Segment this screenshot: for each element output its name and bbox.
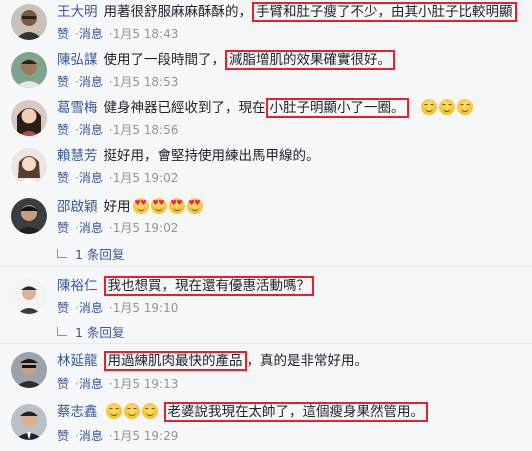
timestamp: 1月5 18:43 [112,27,179,41]
comment-author[interactable]: 蔡志鑫 [57,404,98,420]
comment-body: ，真的是非常好用。 [246,353,369,369]
message-button[interactable]: 消息 [79,377,103,391]
avatar[interactable] [11,404,47,440]
view-replies-link[interactable]: 1 条回复 [57,247,124,263]
smiling-emoji-icon [438,99,455,115]
highlighted-text: 用過練肌肉最快的產品 [103,351,247,371]
comment-actions: 赞 ·消息 ·1月5 18:43 [57,26,178,42]
highlighted-text: 減脂增肌的效果確實很好。 [225,50,395,70]
comment-body: 挺好用，會堅持使用練出馬甲線的。 [103,148,320,164]
timestamp: 1月5 18:53 [112,75,179,89]
avatar[interactable] [11,148,47,184]
comment-author[interactable]: 邵啟穎 [57,199,98,215]
avatar[interactable] [11,278,47,314]
comment-author[interactable]: 陳弘謀 [57,52,98,68]
comment-body: 使用了一段時間了， [103,52,226,68]
like-button[interactable]: 赞 [57,301,69,315]
message-button[interactable]: 消息 [79,429,103,443]
divider [0,343,532,344]
smiling-emoji-icon [123,403,140,419]
like-button[interactable]: 赞 [57,123,69,137]
timestamp: 1月5 19:13 [112,377,179,391]
comment-text: 邵啟穎 好用 [57,198,532,216]
view-replies-link[interactable]: 1 条回复 [57,325,124,341]
timestamp: 1月5 19:10 [112,301,179,315]
message-button[interactable]: 消息 [79,27,103,41]
comment-actions: 赞 ·消息 ·1月5 18:53 [57,74,178,90]
message-button[interactable]: 消息 [79,75,103,89]
timestamp: 1月5 19:02 [112,171,179,185]
like-button[interactable]: 赞 [57,171,69,185]
comment-author[interactable]: 葛雪梅 [57,100,98,116]
avatar[interactable] [11,198,47,234]
comment-body: 健身神器已經收到了，現在 [103,100,266,116]
divider [0,266,532,267]
smiling-emoji-icon [456,99,473,115]
comment-actions: 赞 ·消息 ·1月5 19:02 [57,220,178,236]
heart-eyes-emoji-icon [132,198,149,214]
smiling-emoji-icon [141,403,158,419]
like-button[interactable]: 赞 [57,377,69,391]
message-button[interactable]: 消息 [79,301,103,315]
message-button[interactable]: 消息 [79,123,103,137]
avatar[interactable] [11,4,47,40]
comment-actions: 赞 ·消息 ·1月5 18:56 [57,122,178,138]
comment-text: 林延龍 用過練肌肉最快的產品 ，真的是非常好用。 [57,351,532,371]
reply-count[interactable]: 1 条回复 [75,325,124,340]
highlighted-text: 我也想買，現在還有優惠活動嗎？ [103,276,314,296]
comment-body: 好用 [103,199,131,215]
comment-text: 陳弘謀 使用了一段時間了， 減脂增肌的效果確實很好。 [57,50,532,70]
comment-text: 王大明 用著很舒服麻麻酥酥的， 手臂和肚子瘦了不少，由其小肚子比較明顯 [57,2,532,22]
heart-eyes-emoji-icon [186,198,203,214]
reply-arrow-icon [57,327,67,336]
like-button[interactable]: 赞 [57,75,69,89]
like-button[interactable]: 赞 [57,221,69,235]
comment-actions: 赞 ·消息 ·1月5 19:13 [57,376,178,392]
comment-body: 用著很舒服麻麻酥酥的， [103,4,253,20]
reply-arrow-icon [57,249,67,258]
comment-text: 蔡志鑫 老婆說我現在太帥了，這個瘦身果然管用。 [57,402,532,422]
highlighted-text: 小肚子明顯小了一圈。 [265,98,409,118]
like-button[interactable]: 赞 [57,27,69,41]
timestamp: 1月5 19:02 [112,221,179,235]
avatar[interactable] [11,352,47,388]
timestamp: 1月5 19:29 [112,429,179,443]
avatar[interactable] [11,100,47,136]
comment-author[interactable]: 王大明 [57,4,98,20]
avatar[interactable] [11,52,47,88]
comment-text: 賴慧芳 挺好用，會堅持使用練出馬甲線的。 [57,147,532,165]
heart-eyes-emoji-icon [168,198,185,214]
comment-feed: 王大明 用著很舒服麻麻酥酥的， 手臂和肚子瘦了不少，由其小肚子比較明顯 赞 ·消息 ·1… [0,0,532,451]
highlighted-text: 老婆說我現在太帥了，這個瘦身果然管用。 [163,402,428,422]
comment-text: 陳裕仁 我也想買，現在還有優惠活動嗎？ [57,276,532,296]
message-button[interactable]: 消息 [79,171,103,185]
heart-eyes-emoji-icon [150,198,167,214]
comment-text: 葛雪梅 健身神器已經收到了，現在 小肚子明顯小了一圈。 [57,98,532,118]
comment-actions: 赞 ·消息 ·1月5 19:02 [57,170,178,186]
like-button[interactable]: 赞 [57,429,69,443]
comment-actions: 赞 ·消息 ·1月5 19:10 [57,300,178,316]
smiling-emoji-icon [105,403,122,419]
timestamp: 1月5 18:56 [112,123,179,137]
reply-count[interactable]: 1 条回复 [75,247,124,262]
highlighted-text: 手臂和肚子瘦了不少，由其小肚子比較明顯 [252,2,517,22]
comment-author[interactable]: 林延龍 [57,353,98,369]
comment-actions: 赞 ·消息 ·1月5 19:29 [57,428,178,444]
comment-author[interactable]: 賴慧芳 [57,148,98,164]
smiling-emoji-icon [420,99,437,115]
message-button[interactable]: 消息 [79,221,103,235]
comment-author[interactable]: 陳裕仁 [57,278,98,294]
